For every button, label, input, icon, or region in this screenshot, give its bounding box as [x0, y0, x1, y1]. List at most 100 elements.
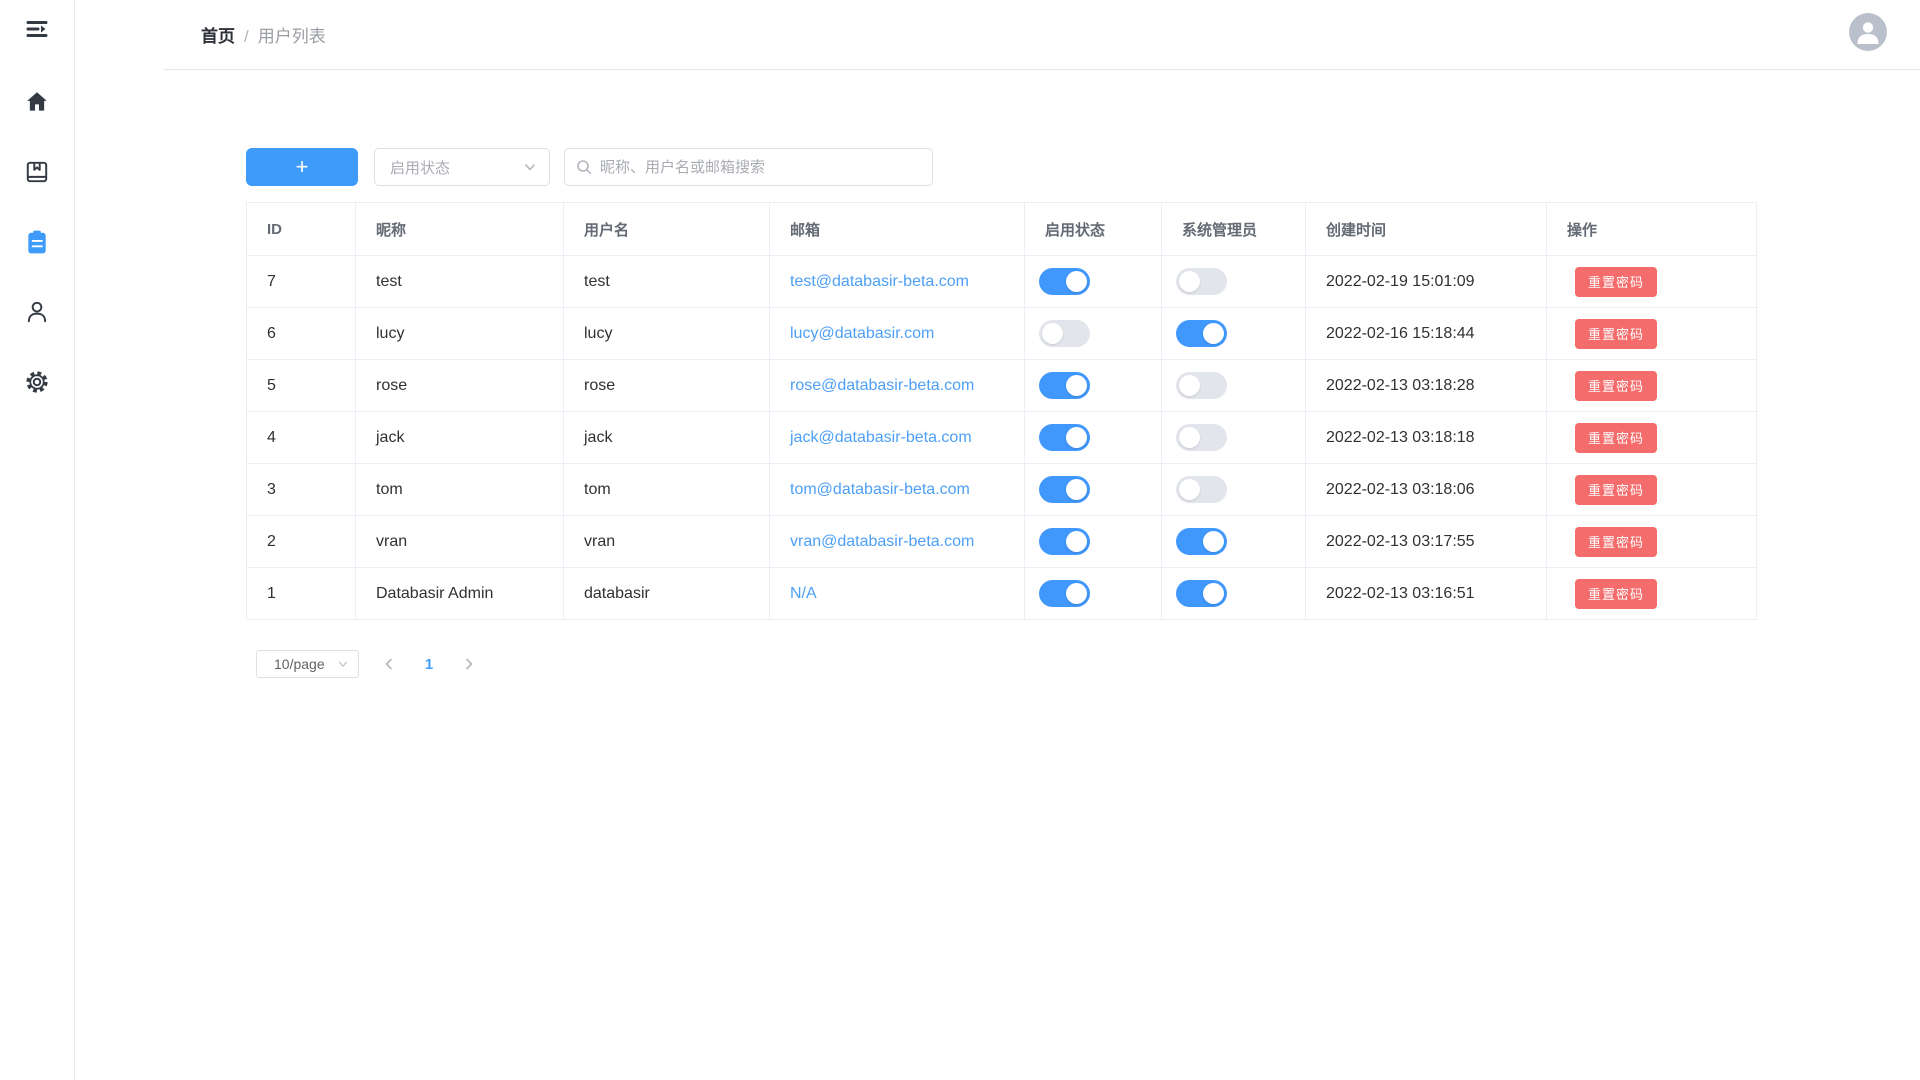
enabled-toggle[interactable] — [1039, 476, 1090, 503]
cell-created: 2022-02-19 15:01:09 — [1306, 256, 1547, 308]
sidebar-item-settings[interactable] — [13, 358, 61, 406]
breadcrumb-home[interactable]: 首页 — [201, 22, 235, 47]
cell-admin — [1162, 256, 1306, 308]
cell-id: 2 — [247, 516, 356, 568]
cell-enabled — [1025, 568, 1162, 620]
admin-toggle[interactable] — [1176, 424, 1227, 451]
cell-username: vran — [564, 516, 770, 568]
cell-actions: 重置密码 — [1547, 360, 1757, 412]
enabled-toggle[interactable] — [1039, 268, 1090, 295]
breadcrumb: 首页 / 用户列表 — [201, 22, 326, 47]
page-size-select[interactable]: 10/page — [256, 650, 359, 678]
email-link[interactable]: rose@databasir-beta.com — [790, 377, 974, 394]
profile-icon — [24, 299, 50, 325]
col-enabled: 启用状态 — [1025, 203, 1162, 256]
sidebar-collapse-button[interactable] — [24, 16, 50, 42]
enabled-toggle[interactable] — [1039, 580, 1090, 607]
next-page-button[interactable] — [455, 650, 483, 678]
cell-email: tom@databasir-beta.com — [770, 464, 1025, 516]
email-link[interactable]: tom@databasir-beta.com — [790, 481, 970, 498]
enabled-toggle[interactable] — [1039, 424, 1090, 451]
cell-actions: 重置密码 — [1547, 568, 1757, 620]
cell-enabled — [1025, 256, 1162, 308]
toggle-knob — [1066, 375, 1087, 396]
reset-password-button[interactable]: 重置密码 — [1575, 527, 1657, 557]
cell-created: 2022-02-13 03:18:06 — [1306, 464, 1547, 516]
cell-admin — [1162, 568, 1306, 620]
reset-password-button[interactable]: 重置密码 — [1575, 423, 1657, 453]
cell-nickname: jack — [356, 412, 564, 464]
user-list-page: + 启用状态 — [75, 70, 1920, 678]
col-username: 用户名 — [564, 203, 770, 256]
cell-created: 2022-02-13 03:18:18 — [1306, 412, 1547, 464]
cell-nickname: vran — [356, 516, 564, 568]
toggle-knob — [1066, 479, 1087, 500]
cell-nickname: tom — [356, 464, 564, 516]
toggle-knob — [1179, 271, 1200, 292]
cell-email: jack@databasir-beta.com — [770, 412, 1025, 464]
user-avatar-icon — [1849, 13, 1887, 51]
menu-toggle-icon — [24, 16, 50, 42]
col-admin: 系统管理员 — [1162, 203, 1306, 256]
col-id: ID — [247, 203, 356, 256]
cell-id: 5 — [247, 360, 356, 412]
cell-id: 7 — [247, 256, 356, 308]
cell-actions: 重置密码 — [1547, 412, 1757, 464]
cell-username: jack — [564, 412, 770, 464]
sidebar-item-profile[interactable] — [13, 288, 61, 336]
cell-actions: 重置密码 — [1547, 308, 1757, 360]
table-row: 7 test test test@databasir-beta.com 2022… — [247, 256, 1757, 308]
col-actions: 操作 — [1547, 203, 1757, 256]
toggle-knob — [1179, 375, 1200, 396]
status-filter-select[interactable]: 启用状态 — [374, 148, 550, 186]
cell-enabled — [1025, 308, 1162, 360]
cell-created: 2022-02-13 03:18:28 — [1306, 360, 1547, 412]
cell-id: 4 — [247, 412, 356, 464]
col-email: 邮箱 — [770, 203, 1025, 256]
cell-admin — [1162, 412, 1306, 464]
enabled-toggle[interactable] — [1039, 528, 1090, 555]
sidebar — [0, 0, 75, 1080]
add-user-button[interactable]: + — [246, 148, 358, 186]
reset-password-button[interactable]: 重置密码 — [1575, 475, 1657, 505]
admin-toggle[interactable] — [1176, 268, 1227, 295]
avatar[interactable] — [1849, 13, 1887, 51]
sidebar-nav — [13, 78, 61, 406]
app-root: 首页 / 用户列表 + 启用状态 — [0, 0, 1920, 1080]
email-link[interactable]: test@databasir-beta.com — [790, 273, 969, 290]
cell-admin — [1162, 360, 1306, 412]
email-link[interactable]: N/A — [790, 585, 817, 602]
admin-toggle[interactable] — [1176, 580, 1227, 607]
email-link[interactable]: jack@databasir-beta.com — [790, 429, 972, 446]
status-filter-placeholder: 启用状态 — [390, 157, 450, 178]
search-input[interactable] — [600, 159, 922, 176]
prev-page-button[interactable] — [375, 650, 403, 678]
cell-admin — [1162, 308, 1306, 360]
cell-username: databasir — [564, 568, 770, 620]
enabled-toggle[interactable] — [1039, 320, 1090, 347]
cell-email: vran@databasir-beta.com — [770, 516, 1025, 568]
reset-password-button[interactable]: 重置密码 — [1575, 267, 1657, 297]
table-row: 3 tom tom tom@databasir-beta.com 2022-02… — [247, 464, 1757, 516]
admin-toggle[interactable] — [1176, 528, 1227, 555]
table-row: 5 rose rose rose@databasir-beta.com 2022… — [247, 360, 1757, 412]
sidebar-item-home[interactable] — [13, 78, 61, 126]
admin-toggle[interactable] — [1176, 372, 1227, 399]
user-list-icon — [24, 229, 50, 255]
page-number-current[interactable]: 1 — [415, 656, 443, 673]
sidebar-item-user-list[interactable] — [13, 218, 61, 266]
settings-icon — [24, 369, 50, 395]
email-link[interactable]: vran@databasir-beta.com — [790, 533, 974, 550]
breadcrumb-separator: / — [244, 27, 249, 47]
reset-password-button[interactable]: 重置密码 — [1575, 319, 1657, 349]
admin-toggle[interactable] — [1176, 320, 1227, 347]
reset-password-button[interactable]: 重置密码 — [1575, 371, 1657, 401]
enabled-toggle[interactable] — [1039, 372, 1090, 399]
cell-enabled — [1025, 516, 1162, 568]
admin-toggle[interactable] — [1176, 476, 1227, 503]
breadcrumb-current: 用户列表 — [258, 22, 326, 47]
search-icon — [575, 158, 593, 176]
reset-password-button[interactable]: 重置密码 — [1575, 579, 1657, 609]
sidebar-item-docs[interactable] — [13, 148, 61, 196]
email-link[interactable]: lucy@databasir.com — [790, 325, 934, 342]
